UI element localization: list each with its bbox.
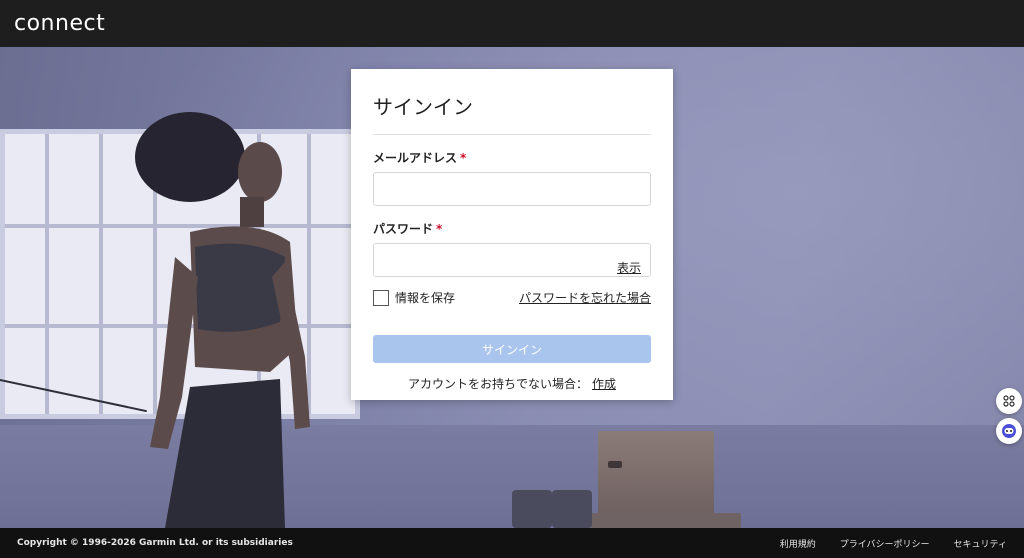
- copyright-text: Copyright © 1996-2026 Garmin Ltd. or its…: [17, 538, 293, 548]
- remember-label[interactable]: 情報を保存: [395, 289, 455, 306]
- required-mark: *: [436, 222, 443, 236]
- create-account-link[interactable]: 作成: [592, 377, 616, 391]
- weight-plate: [552, 490, 592, 528]
- footer-link-security[interactable]: セキュリティ: [954, 537, 1007, 550]
- top-bar: connect: [0, 0, 1024, 47]
- email-field[interactable]: [373, 172, 651, 206]
- chat-bot-icon[interactable]: [996, 418, 1022, 444]
- no-account-text: アカウントをお持ちでない場合：: [407, 377, 588, 391]
- required-mark: *: [460, 151, 467, 165]
- password-label: パスワード *: [373, 222, 443, 236]
- email-label: メールアドレス *: [373, 151, 467, 165]
- athlete-figure: [135, 112, 310, 528]
- signup-row: アカウントをお持ちでない場合： 作成: [373, 375, 651, 392]
- forgot-password-link[interactable]: パスワードを忘れた場合: [519, 289, 651, 306]
- footer-links: 利用規約 プライバシーポリシー セキュリティ: [780, 537, 1007, 550]
- command-icon[interactable]: [996, 388, 1022, 414]
- footer: Copyright © 1996-2026 Garmin Ltd. or its…: [0, 528, 1024, 558]
- plyo-box: [598, 431, 714, 521]
- title-divider: [373, 134, 651, 135]
- signin-title: サインイン: [373, 95, 473, 119]
- show-password-button[interactable]: 表示: [617, 259, 641, 276]
- signin-card: サインイン メールアドレス * パスワード * 表示 情報を保存 パスワードを忘れた…: [351, 69, 673, 400]
- connect-logo[interactable]: connect: [14, 11, 105, 36]
- weight-plate: [512, 490, 552, 528]
- footer-link-terms[interactable]: 利用規約: [780, 537, 816, 550]
- signin-button[interactable]: サインイン: [373, 335, 651, 363]
- footer-link-privacy[interactable]: プライバシーポリシー: [840, 537, 930, 550]
- plyo-box-base: [591, 513, 741, 528]
- password-field[interactable]: [373, 243, 651, 277]
- remember-checkbox[interactable]: [373, 289, 389, 306]
